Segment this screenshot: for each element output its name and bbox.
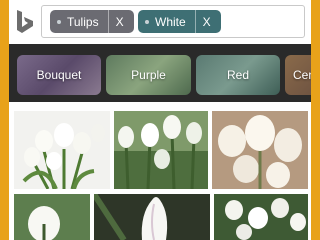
app-frame: Tulips X White X Bouquet Purple Red Cen xyxy=(9,0,311,240)
search-chip-white[interactable]: White X xyxy=(138,10,221,33)
image-result[interactable] xyxy=(114,111,208,189)
chip-label: Tulips xyxy=(67,14,99,29)
image-result[interactable] xyxy=(214,194,308,240)
image-result[interactable] xyxy=(14,111,110,189)
bing-logo-icon[interactable] xyxy=(14,9,36,35)
image-result[interactable] xyxy=(94,194,210,240)
chip-remove-button[interactable]: X xyxy=(107,10,131,33)
related-searches-strip: Bouquet Purple Red Cen xyxy=(9,44,311,102)
image-result[interactable] xyxy=(212,111,308,189)
related-search-purple[interactable]: Purple xyxy=(106,55,191,95)
image-result[interactable] xyxy=(14,194,90,240)
chip-label: White xyxy=(155,14,186,29)
chip-dot-icon xyxy=(57,19,61,24)
related-search-red[interactable]: Red xyxy=(196,55,280,95)
header: Tulips X White X xyxy=(9,0,311,44)
related-search-label: Cen xyxy=(293,68,311,82)
related-search-cen[interactable]: Cen xyxy=(285,55,311,95)
image-results-grid xyxy=(9,102,311,240)
related-search-label: Purple xyxy=(131,68,166,82)
chip-dot-icon xyxy=(145,19,149,24)
search-chip-tulips[interactable]: Tulips X xyxy=(50,10,134,33)
related-search-label: Bouquet xyxy=(36,68,82,82)
search-box[interactable]: Tulips X White X xyxy=(41,5,305,38)
related-search-bouquet[interactable]: Bouquet xyxy=(17,55,101,95)
related-search-label: Red xyxy=(226,68,249,82)
chip-remove-button[interactable]: X xyxy=(194,10,218,33)
